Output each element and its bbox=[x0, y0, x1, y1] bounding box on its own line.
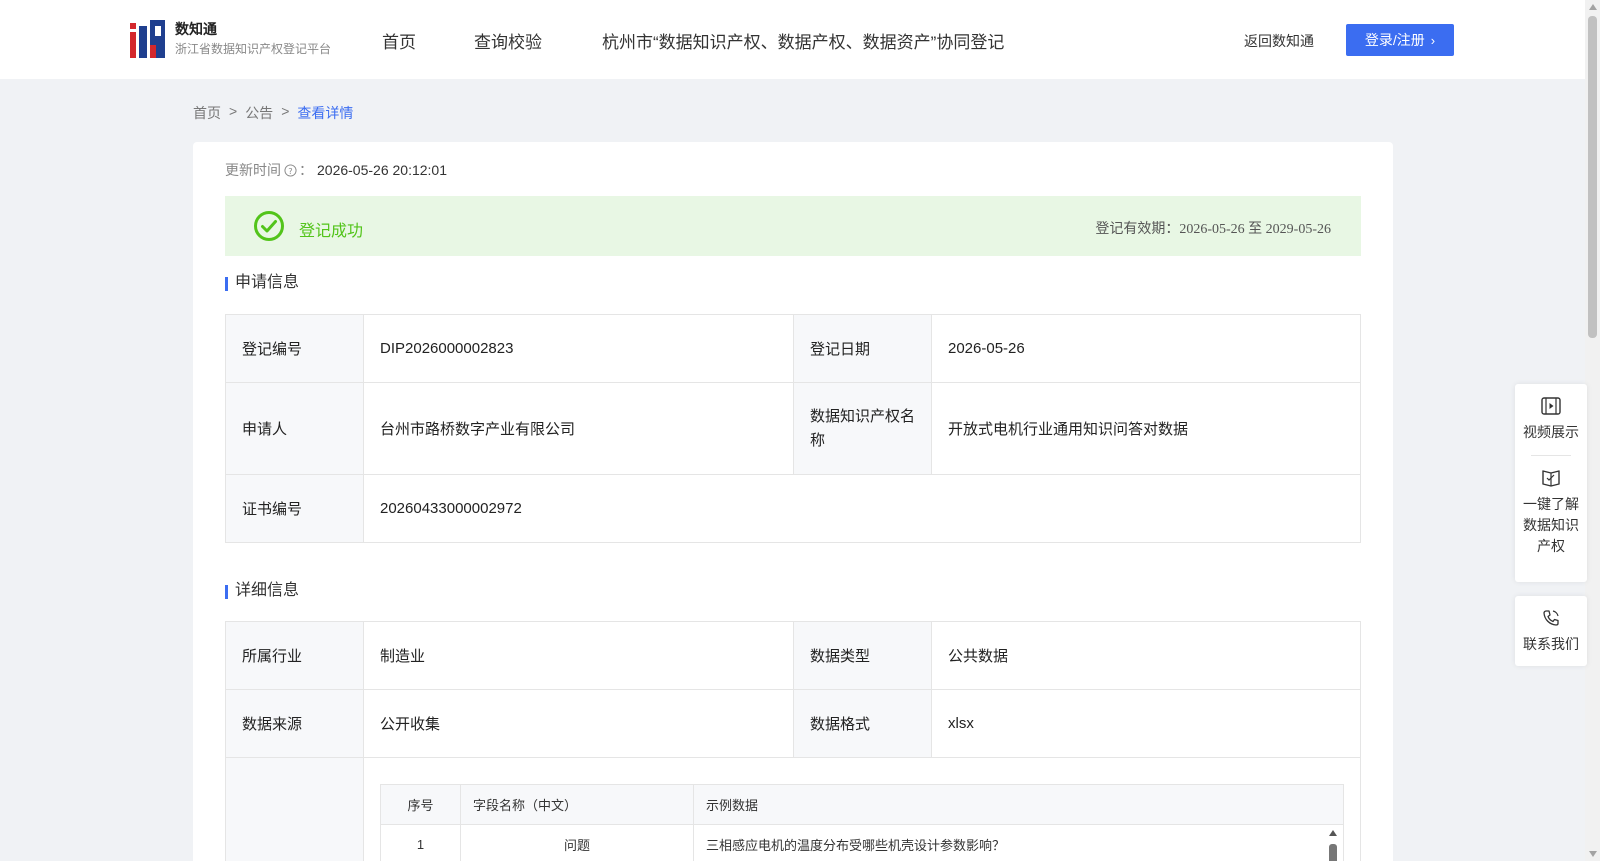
table-row: 1 问题 三相感应电机的温度分布受哪些机壳设计参数影响？ bbox=[380, 824, 1344, 861]
svg-text:?: ? bbox=[288, 165, 292, 175]
data-type-label: 数据类型 bbox=[793, 621, 932, 690]
book-icon bbox=[1542, 470, 1560, 487]
ip-name-value: 开放式电机行业通用知识问答对数据 bbox=[931, 382, 1361, 475]
update-time-colon: ： bbox=[299, 162, 313, 178]
fields-scrollbar[interactable] bbox=[1325, 826, 1341, 861]
industry-value: 制造业 bbox=[363, 621, 794, 690]
scroll-thumb[interactable] bbox=[1588, 16, 1597, 338]
breadcrumb: 首页 > 公告 > 查看详情 bbox=[193, 103, 353, 123]
validity-period: 登记有效期：2026-05-26 至 2029-05-26 bbox=[1095, 222, 1331, 237]
side-panel-bottom: 联系我们 bbox=[1515, 596, 1587, 666]
data-source-label: 数据来源 bbox=[225, 689, 364, 758]
breadcrumb-current: 查看详情 bbox=[297, 105, 354, 121]
reg-date-value: 2026-05-26 bbox=[931, 314, 1361, 383]
nav-query-verify[interactable]: 查询校验 bbox=[474, 28, 542, 53]
scroll-up-arrow-icon[interactable] bbox=[1329, 830, 1337, 836]
side-contact-label: 联系我们 bbox=[1523, 636, 1579, 652]
reg-no-value: DIP2026000002823 bbox=[363, 314, 794, 383]
breadcrumb-notice[interactable]: 公告 bbox=[245, 103, 273, 123]
detail-card: 更新时间 ? ： 2026-05-26 20:12:01 登记成功 登记有效期：… bbox=[193, 142, 1393, 861]
table-row: 数据来源 公开收集 数据格式 xlsx bbox=[225, 689, 1361, 758]
reg-date-label: 登记日期 bbox=[793, 314, 932, 383]
update-time-row: 更新时间 ? ： 2026-05-26 20:12:01 bbox=[225, 160, 447, 180]
field-index: 1 bbox=[380, 824, 461, 861]
breadcrumb-separator: > bbox=[281, 103, 290, 119]
fields-header-row: 序号 字段名称（中文） 示例数据 bbox=[380, 784, 1344, 825]
col-header-field-name: 字段名称（中文） bbox=[460, 784, 694, 825]
fields-label-cell bbox=[225, 757, 364, 861]
table-row: 登记编号 DIP2026000002823 登记日期 2026-05-26 bbox=[225, 314, 1361, 383]
breadcrumb-separator: > bbox=[229, 103, 238, 119]
data-format-value: xlsx bbox=[931, 689, 1361, 758]
apply-info-table: 登记编号 DIP2026000002823 登记日期 2026-05-26 申请… bbox=[225, 314, 1361, 543]
data-source-value: 公开收集 bbox=[363, 689, 794, 758]
section-title-details: 详细信息 bbox=[225, 582, 299, 600]
check-circle-icon bbox=[254, 211, 284, 241]
fields-table: 序号 字段名称（中文） 示例数据 1 问题 三相感应电机的温度分布受哪些机壳设计… bbox=[380, 784, 1344, 861]
scroll-thumb[interactable] bbox=[1329, 844, 1337, 861]
side-learn-button[interactable]: 一键了解数据知识产权 bbox=[1515, 456, 1587, 569]
reg-no-label: 登记编号 bbox=[225, 314, 364, 383]
top-header: 数知通 浙江省数据知识产权登记平台 首页 查询校验 杭州市“数据知识产权、数据产… bbox=[0, 0, 1585, 79]
logo[interactable]: 数知通 浙江省数据知识产权登记平台 bbox=[130, 20, 331, 58]
scroll-down-arrow-icon[interactable] bbox=[1589, 851, 1597, 857]
field-name: 问题 bbox=[460, 824, 694, 861]
help-circle-icon[interactable]: ? bbox=[284, 163, 297, 177]
table-row: 所属行业 制造业 数据类型 公共数据 bbox=[225, 621, 1361, 690]
fields-table-wrapper: 序号 字段名称（中文） 示例数据 1 问题 三相感应电机的温度分布受哪些机壳设计… bbox=[380, 784, 1344, 861]
status-banner: 登记成功 登记有效期：2026-05-26 至 2029-05-26 bbox=[225, 196, 1361, 256]
login-register-button[interactable]: 登录/注册 › bbox=[1346, 24, 1454, 56]
nav-hangzhou-registration[interactable]: 杭州市“数据知识产权、数据产权、数据资产”协同登记 bbox=[602, 28, 1004, 53]
update-time-value: 2026-05-26 20:12:01 bbox=[317, 162, 447, 178]
update-time-label: 更新时间 bbox=[225, 162, 281, 178]
brand-name: 数知通 bbox=[175, 21, 217, 37]
col-header-sample: 示例数据 bbox=[693, 784, 1344, 825]
side-video-button[interactable]: 视频展示 bbox=[1515, 384, 1587, 455]
login-register-label: 登录/注册 bbox=[1364, 32, 1425, 48]
applicant-label: 申请人 bbox=[225, 382, 364, 475]
chevron-right-icon: › bbox=[1430, 32, 1436, 48]
status-text: 登记成功 bbox=[299, 223, 364, 240]
video-icon bbox=[1541, 397, 1561, 415]
scroll-up-arrow-icon[interactable] bbox=[1589, 4, 1597, 10]
nav-home[interactable]: 首页 bbox=[382, 28, 416, 53]
field-sample: 三相感应电机的温度分布受哪些机壳设计参数影响？ bbox=[693, 824, 1344, 861]
applicant-value: 台州市路桥数字产业有限公司 bbox=[363, 382, 794, 475]
cert-no-value: 20260433000002972 bbox=[363, 474, 1361, 543]
logo-mark-icon bbox=[130, 20, 165, 58]
breadcrumb-home[interactable]: 首页 bbox=[193, 103, 221, 123]
col-header-index: 序号 bbox=[380, 784, 461, 825]
side-contact-button[interactable]: 联系我们 bbox=[1515, 596, 1587, 667]
section-title-apply: 申请信息 bbox=[225, 274, 299, 292]
page-scrollbar[interactable] bbox=[1585, 0, 1600, 861]
brand-subtitle: 浙江省数据知识产权登记平台 bbox=[175, 42, 332, 56]
data-type-value: 公共数据 bbox=[931, 621, 1361, 690]
industry-label: 所属行业 bbox=[225, 621, 364, 690]
table-row: 证书编号 20260433000002972 bbox=[225, 474, 1361, 543]
side-video-label: 视频展示 bbox=[1523, 424, 1579, 440]
ip-name-label: 数据知识产权名称 bbox=[793, 382, 932, 475]
phone-icon bbox=[1543, 610, 1559, 626]
side-panel-top: 视频展示 一键了解数据知识产权 bbox=[1515, 384, 1587, 582]
data-format-label: 数据格式 bbox=[793, 689, 932, 758]
side-learn-label: 一键了解数据知识产权 bbox=[1523, 496, 1579, 554]
table-row: 申请人 台州市路桥数字产业有限公司 数据知识产权名称 开放式电机行业通用知识问答… bbox=[225, 382, 1361, 475]
cert-no-label: 证书编号 bbox=[225, 474, 364, 543]
back-to-shuzhitong-link[interactable]: 返回数知通 bbox=[1244, 31, 1314, 51]
